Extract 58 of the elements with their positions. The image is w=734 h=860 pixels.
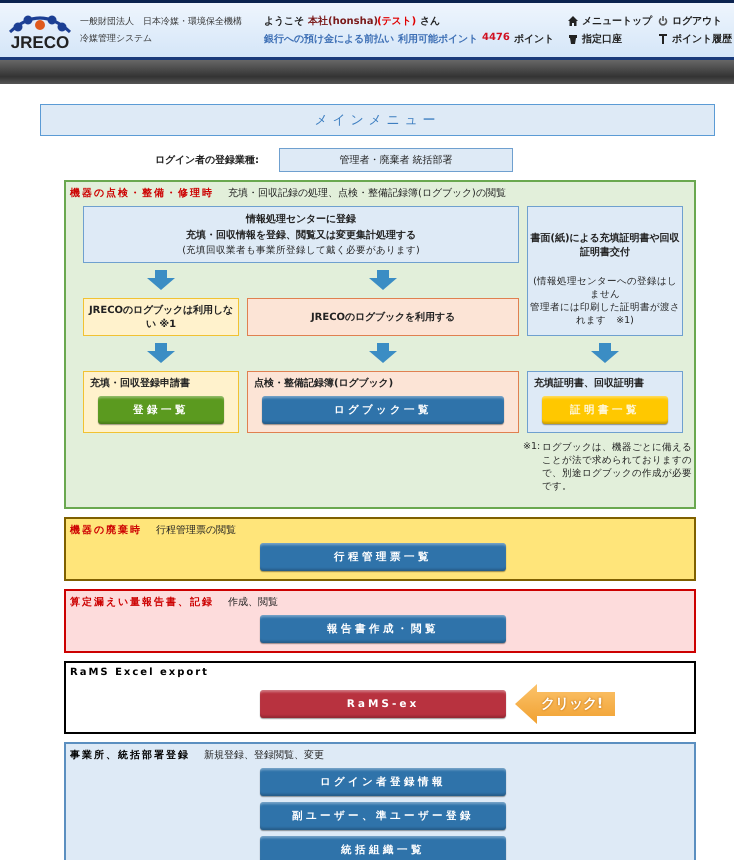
logo-text: JRECO — [10, 34, 70, 50]
nav-link[interactable]: 指定口座 — [568, 32, 652, 46]
down-arrow-icon — [590, 343, 620, 363]
nav-link[interactable]: ログアウト — [658, 14, 732, 28]
panel-title: 点検・整備記録簿(ログブック) — [254, 376, 394, 390]
system-name: 冷媒管理システム — [80, 32, 153, 45]
menu-button[interactable]: 統括組織一覧 — [260, 836, 506, 860]
click-callout: クリック! — [515, 684, 615, 724]
box-note: 管理者には印刷した証明書が渡されます ※1) — [530, 301, 680, 327]
login-type-value: 管理者・廃棄者 統括部署 — [279, 148, 513, 172]
home-icon — [568, 16, 578, 26]
footnote-text: ログブックは、機器ごとに備えることが法で求められておりますので、別途ログブックの作成が必要です。 — [542, 441, 694, 493]
menu-button[interactable]: 行程管理票一覧 — [260, 543, 506, 571]
points-unit: ポイント — [514, 33, 554, 46]
menu-button[interactable]: 報告書作成・閲覧 — [260, 615, 506, 643]
box-note: (充填回収業者も事業所登録して戴く必要があります) — [182, 244, 420, 257]
menu-button[interactable]: ログイン者登録情報 — [260, 768, 506, 796]
section-description: 新規登録、登録閲覧、変更 — [204, 748, 324, 762]
section-title: 事業所、統括部署登録 — [70, 748, 190, 762]
box-heading: 書面(紙)による充填証明書や回収証明書交付 — [530, 231, 680, 259]
panel-title: 充填証明書、回収証明書 — [534, 376, 645, 390]
section-description: 充填・回収記録の処理、点検・整備記録簿(ログブック)の閲覧 — [228, 186, 506, 200]
section-description: 作成、閲覧 — [228, 596, 278, 609]
honorific-text: さん — [420, 15, 440, 28]
menu-button[interactable]: 副ユーザー、準ユーザー登録 — [260, 802, 506, 830]
section-description: 行程管理票の閲覧 — [156, 524, 236, 537]
user-name: 本社(honsha) — [308, 14, 378, 28]
menu-button[interactable]: ログブック一覧 — [262, 396, 504, 424]
choice-label: JRECOのログブックを利用する — [310, 310, 456, 324]
menu-button[interactable]: RaMS-ex — [260, 690, 506, 718]
section-title: 算定漏えい量報告書、記録 — [70, 595, 214, 609]
test-tag: (テスト) — [377, 14, 416, 28]
pin-icon — [658, 34, 668, 44]
login-type-label: ログイン者の登録業種: — [155, 154, 259, 167]
down-arrow-icon — [368, 270, 398, 290]
bucket-icon — [568, 34, 578, 44]
box-heading: 充填・回収情報を登録、閲覧又は変更集計処理する — [186, 228, 416, 242]
footnote-mark: ※1: — [523, 441, 540, 454]
box-heading: 情報処理センターに登録 — [246, 212, 356, 226]
nav-link[interactable]: メニュートップ — [568, 14, 652, 28]
nav-link[interactable]: ポイント履歴 — [658, 32, 732, 46]
points-label: 利用可能ポイント — [398, 32, 478, 46]
organization-name: 一般財団法人 日本冷媒・環境保全機構 — [80, 16, 243, 28]
section-title: RaMS Excel export — [70, 667, 209, 678]
section-title: 機器の廃棄時 — [70, 523, 142, 537]
page-title: メインメニュー — [40, 104, 715, 136]
choice-label: JRECOのログブックは利用しない ※1 — [88, 304, 234, 331]
down-arrow-icon — [146, 343, 176, 363]
menu-button[interactable]: 登録一覧 — [98, 396, 224, 424]
payment-mode: 銀行への預け金による前払い — [264, 32, 394, 46]
box-note: (情報処理センターへの登録はしません — [532, 275, 678, 301]
section-title: 機器の点検・整備・修理時 — [70, 186, 214, 200]
welcome-text: ようこそ — [264, 15, 304, 28]
points-value: 4476 — [482, 32, 510, 45]
power-icon — [658, 16, 668, 26]
down-arrow-icon — [368, 343, 398, 363]
panel-title: 充填・回収登録申請書 — [90, 376, 191, 390]
down-arrow-icon — [146, 270, 176, 290]
